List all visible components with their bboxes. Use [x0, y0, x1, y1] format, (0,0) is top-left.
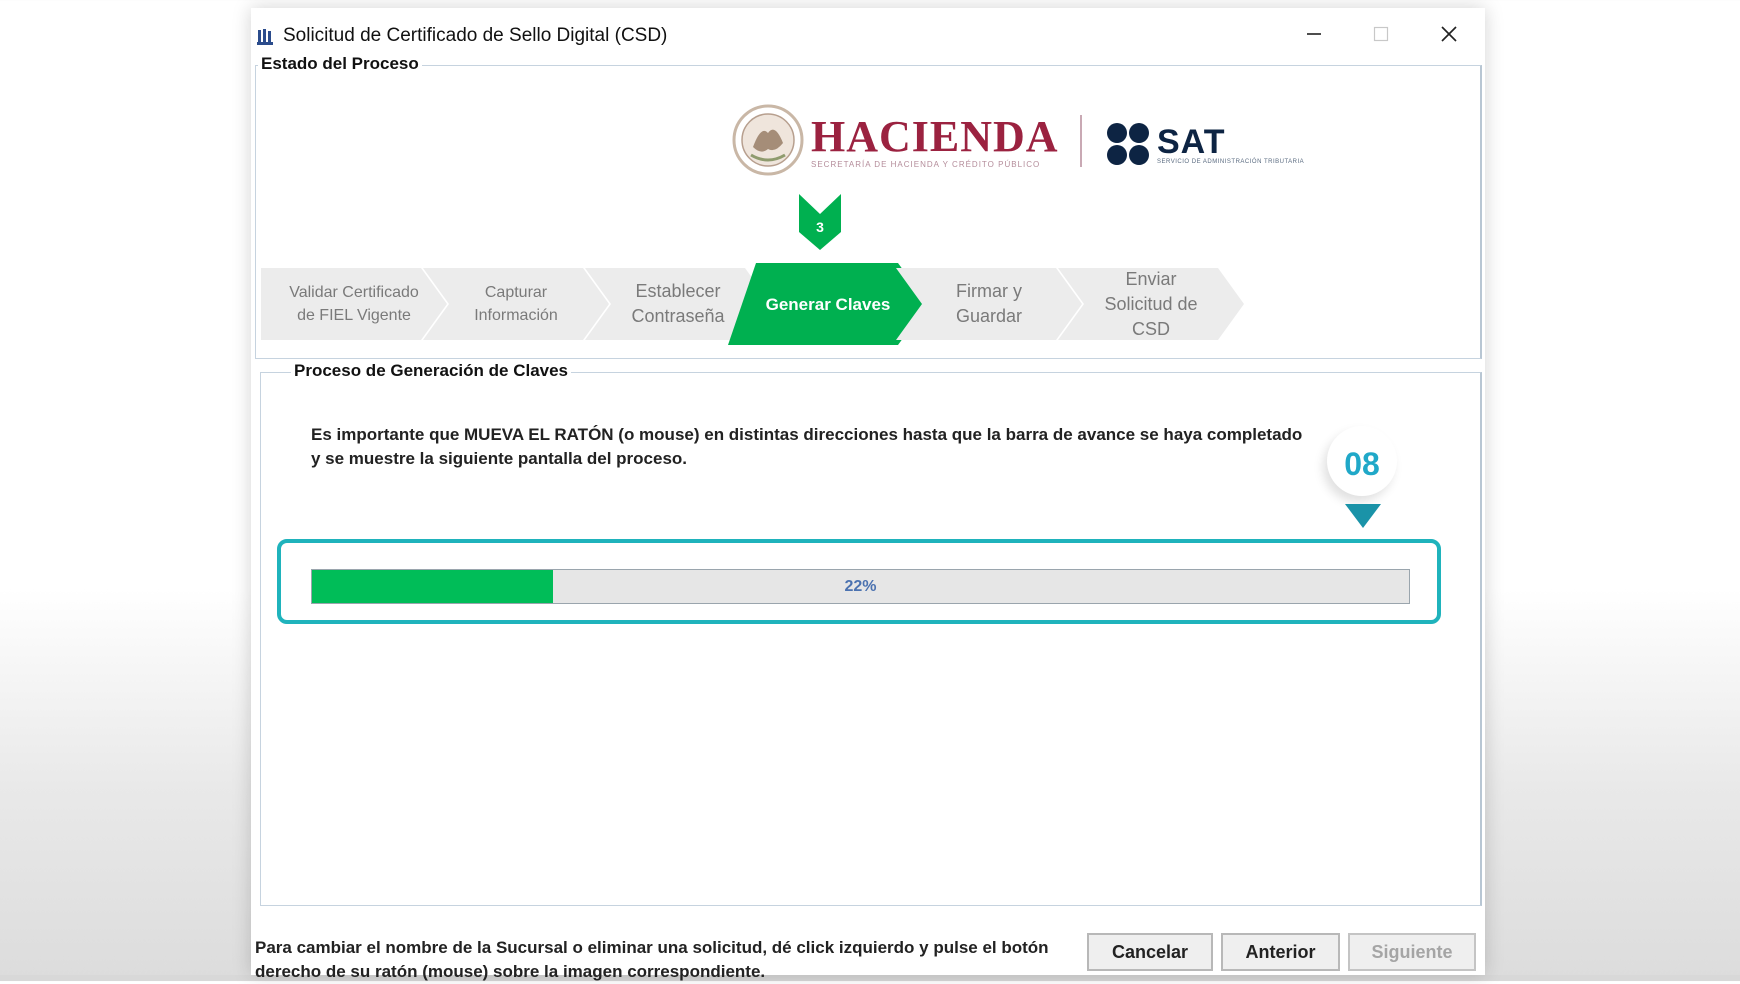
national-seal-logo	[732, 104, 804, 176]
current-step-number: 3	[816, 219, 824, 235]
instruction-text: Es importante que MUEVA EL RATÓN (o mous…	[311, 425, 1303, 468]
close-icon	[1441, 26, 1457, 42]
footer-note: Para cambiar el nombre de la Sucursal o …	[255, 938, 1049, 981]
step-capturar-informacion: Capturar Información	[423, 268, 609, 340]
step-enviar-solicitud: Enviar Solicitud de CSD	[1058, 268, 1244, 340]
logo-divider	[1080, 115, 1082, 167]
close-button[interactable]	[1419, 14, 1479, 54]
title-bar[interactable]: Solicitud de Certificado de Sello Digita…	[251, 8, 1485, 62]
callout-pointer-icon	[1345, 504, 1381, 528]
minimize-button[interactable]	[1284, 14, 1344, 54]
government-logos: HACIENDA SECRETARÍA DE HACIENDA Y CRÉDIT…	[731, 103, 1311, 183]
minimize-icon	[1307, 33, 1321, 35]
app-icon	[257, 29, 273, 45]
sat-subtitle: SERVICIO DE ADMINISTRACIÓN TRIBUTARIA	[1157, 159, 1305, 165]
hacienda-wordmark: HACIENDA	[811, 112, 1059, 161]
cancel-button[interactable]: Cancelar	[1087, 933, 1213, 971]
estado-group-label: Estado del Proceso	[258, 54, 422, 74]
maximize-icon	[1373, 26, 1389, 42]
hacienda-subtitle: SECRETARÍA DE HACIENDA Y CRÉDITO PÚBLICO	[811, 160, 1041, 169]
csd-window: Solicitud de Certificado de Sello Digita…	[251, 8, 1485, 981]
callout-number: 08	[1344, 446, 1380, 482]
maximize-button[interactable]	[1351, 14, 1411, 54]
sat-logo-dots	[1107, 123, 1149, 165]
step-firmar-guardar: Firmar y Guardar	[896, 268, 1082, 340]
window-title: Solicitud de Certificado de Sello Digita…	[283, 25, 668, 46]
step-generar-claves: Generar Claves	[728, 263, 928, 345]
previous-button[interactable]: Anterior	[1221, 933, 1340, 971]
sat-wordmark: SAT	[1157, 123, 1226, 161]
step-validar-certificado: Validar Certificado de FIEL Vigente	[261, 268, 447, 340]
proceso-group-label: Proceso de Generación de Claves	[291, 361, 572, 381]
progress-percent: 22%	[844, 577, 877, 595]
progress-bar: 22%	[311, 569, 1410, 604]
next-button[interactable]: Siguiente	[1348, 933, 1476, 971]
